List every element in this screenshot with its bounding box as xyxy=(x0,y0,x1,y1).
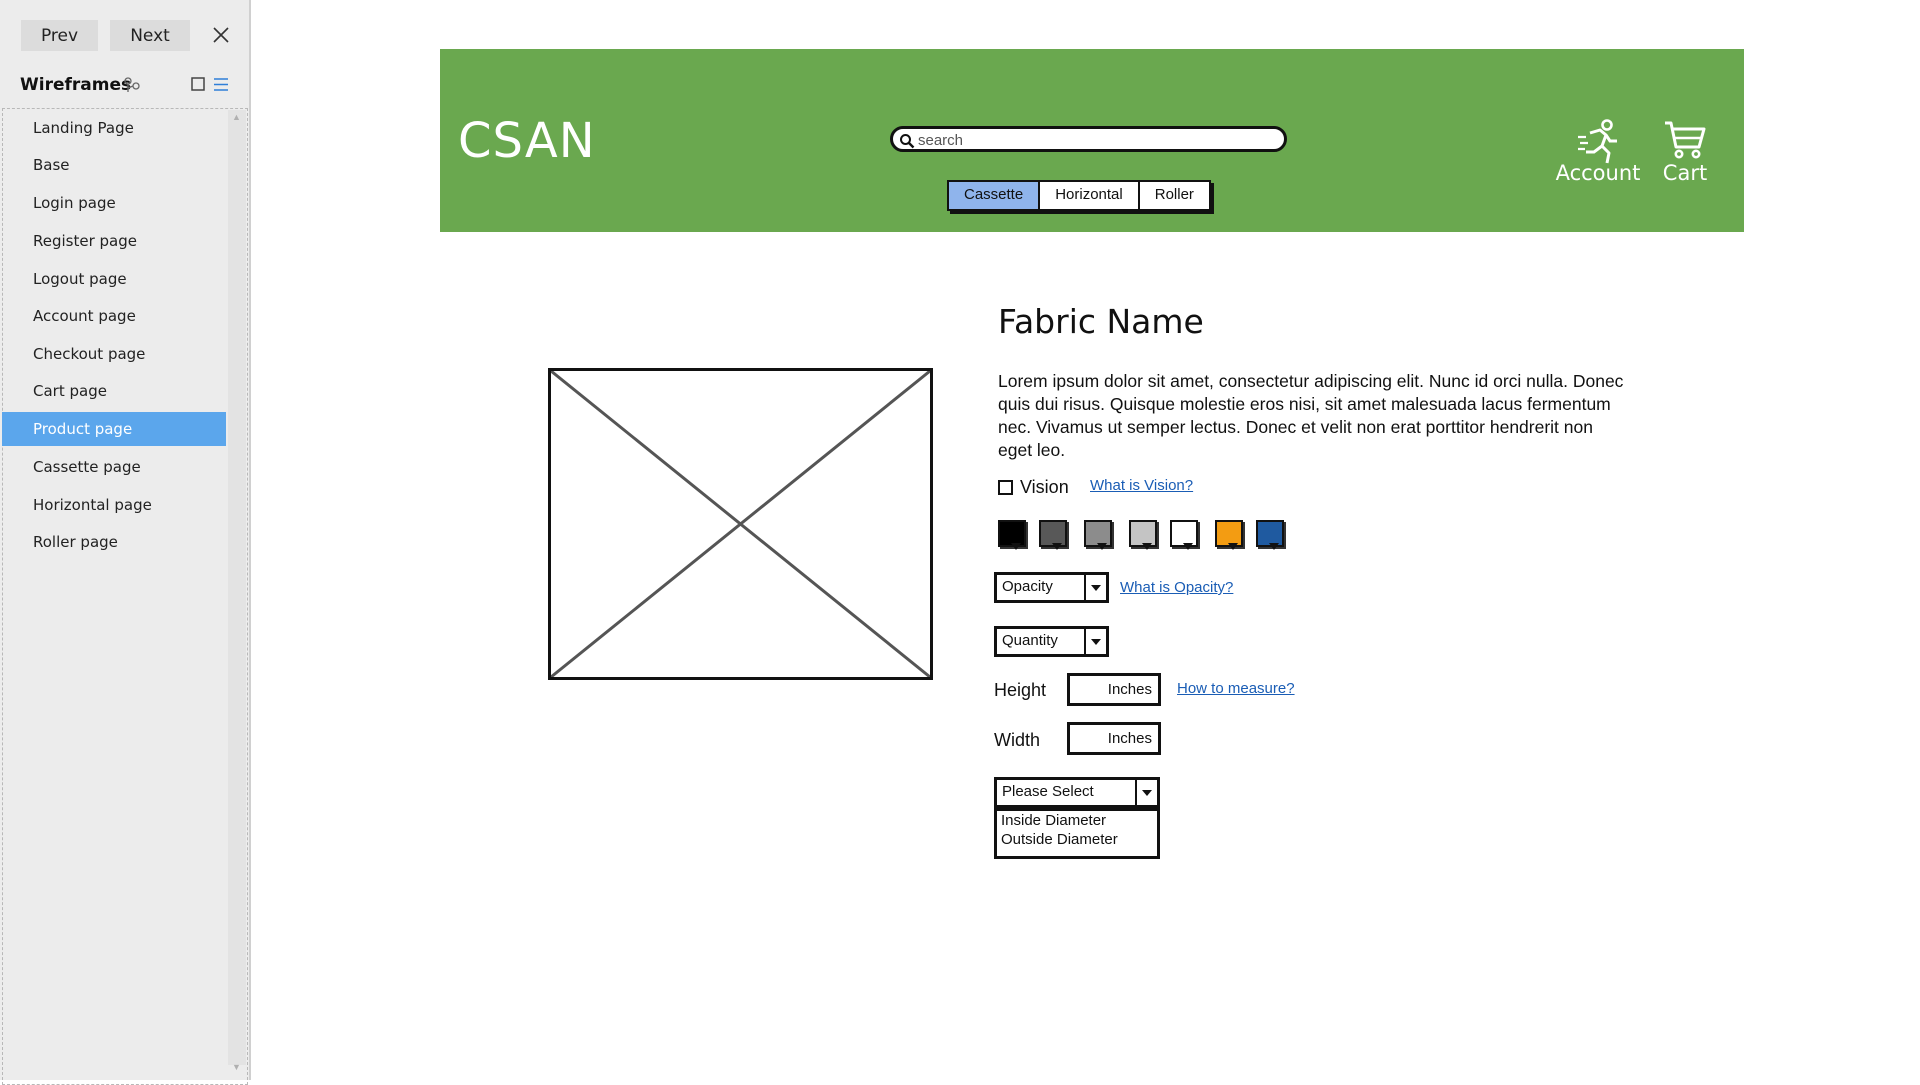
what-is-vision-link[interactable]: What is Vision? xyxy=(1090,477,1193,494)
scroll-down-icon[interactable]: ▼ xyxy=(232,1062,241,1072)
account-label: Account xyxy=(1555,161,1641,185)
site-header: CSAN Cassette Horizontal Roller Account … xyxy=(440,49,1744,232)
cart-button[interactable]: Cart xyxy=(1655,119,1715,229)
page-item-landing-page[interactable]: Landing Page xyxy=(2,111,226,145)
search-icon xyxy=(900,134,915,149)
swatch-dark-gray[interactable] xyxy=(1039,520,1067,550)
swatch-light-gray[interactable] xyxy=(1129,520,1157,550)
page-item-horizontal-page[interactable]: Horizontal page xyxy=(2,488,226,522)
height-input[interactable] xyxy=(1067,673,1161,706)
panel-title: Wireframes xyxy=(20,75,132,95)
product-title: Fabric Name xyxy=(998,302,1204,341)
page-item-account-page[interactable]: Account page xyxy=(2,299,226,333)
vision-checkbox[interactable] xyxy=(998,480,1013,495)
product-image-placeholder xyxy=(548,368,933,680)
category-tabs: Cassette Horizontal Roller xyxy=(947,180,1211,211)
product-description: Lorem ipsum dolor sit amet, consectetur … xyxy=(998,371,1624,460)
close-icon[interactable] xyxy=(207,20,235,51)
swatch-white[interactable] xyxy=(1170,520,1198,550)
quantity-dropdown[interactable]: Quantity xyxy=(994,626,1109,657)
page-item-product-page[interactable]: Product page xyxy=(2,412,226,446)
quantity-dropdown-label: Quantity xyxy=(1002,632,1058,649)
chevron-down-icon xyxy=(1084,629,1106,654)
cart-label: Cart xyxy=(1662,161,1708,185)
chevron-down-icon xyxy=(1135,780,1157,805)
height-label: Height xyxy=(994,680,1047,700)
page-item-logout-page[interactable]: Logout page xyxy=(2,262,226,296)
page-item-login-page[interactable]: Login page xyxy=(2,186,226,220)
width-input[interactable] xyxy=(1067,722,1161,755)
tab-horizontal[interactable]: Horizontal xyxy=(1040,182,1140,209)
opacity-dropdown[interactable]: Opacity xyxy=(994,572,1109,603)
wireframes-panel: Prev Next Wireframes ▲ ▼ Landing Page Ba… xyxy=(0,0,251,1085)
swatch-black[interactable] xyxy=(998,520,1026,550)
page-item-base[interactable]: Base xyxy=(2,148,226,182)
account-button[interactable]: Account xyxy=(1550,119,1640,229)
diameter-select-label: Please Select xyxy=(1002,783,1094,800)
page-item-checkout-page[interactable]: Checkout page xyxy=(2,337,226,371)
swatch-orange[interactable] xyxy=(1215,520,1243,550)
scroll-up-icon[interactable]: ▲ xyxy=(232,112,241,122)
how-to-measure-link[interactable]: How to measure? xyxy=(1177,680,1295,697)
vision-label: Vision xyxy=(1020,477,1069,497)
flow-icon xyxy=(124,77,140,92)
page-item-cassette-page[interactable]: Cassette page xyxy=(2,450,226,484)
search-input[interactable] xyxy=(918,131,1278,149)
page-item-roller-page[interactable]: Roller page xyxy=(2,525,226,559)
opacity-dropdown-label: Opacity xyxy=(1002,578,1053,595)
site-logo[interactable]: CSAN xyxy=(458,113,596,169)
chevron-down-icon xyxy=(1084,575,1106,600)
diameter-select[interactable]: Please Select xyxy=(994,777,1160,808)
tab-cassette[interactable]: Cassette xyxy=(949,182,1041,209)
search-box[interactable] xyxy=(890,126,1287,152)
option-inside-diameter[interactable]: Inside Diameter xyxy=(997,811,1157,830)
list-view-icon[interactable] xyxy=(213,77,229,92)
page-item-cart-page[interactable]: Cart page xyxy=(2,374,226,408)
diameter-options-list: Inside Diameter Outside Diameter xyxy=(994,808,1160,859)
swatch-gray[interactable] xyxy=(1084,520,1112,550)
shopping-cart-icon xyxy=(1665,121,1706,159)
swatch-blue[interactable] xyxy=(1256,520,1284,550)
running-person-icon xyxy=(1578,119,1617,164)
prev-button[interactable]: Prev xyxy=(21,20,98,51)
option-outside-diameter[interactable]: Outside Diameter xyxy=(997,830,1157,849)
page-item-register-page[interactable]: Register page xyxy=(2,224,226,258)
next-button[interactable]: Next xyxy=(110,20,190,51)
width-label: Width xyxy=(994,730,1041,750)
what-is-opacity-link[interactable]: What is Opacity? xyxy=(1120,579,1233,596)
single-page-view-icon[interactable] xyxy=(191,77,205,91)
tab-roller[interactable]: Roller xyxy=(1139,182,1209,209)
page-list-scrollbar[interactable] xyxy=(228,110,246,1065)
